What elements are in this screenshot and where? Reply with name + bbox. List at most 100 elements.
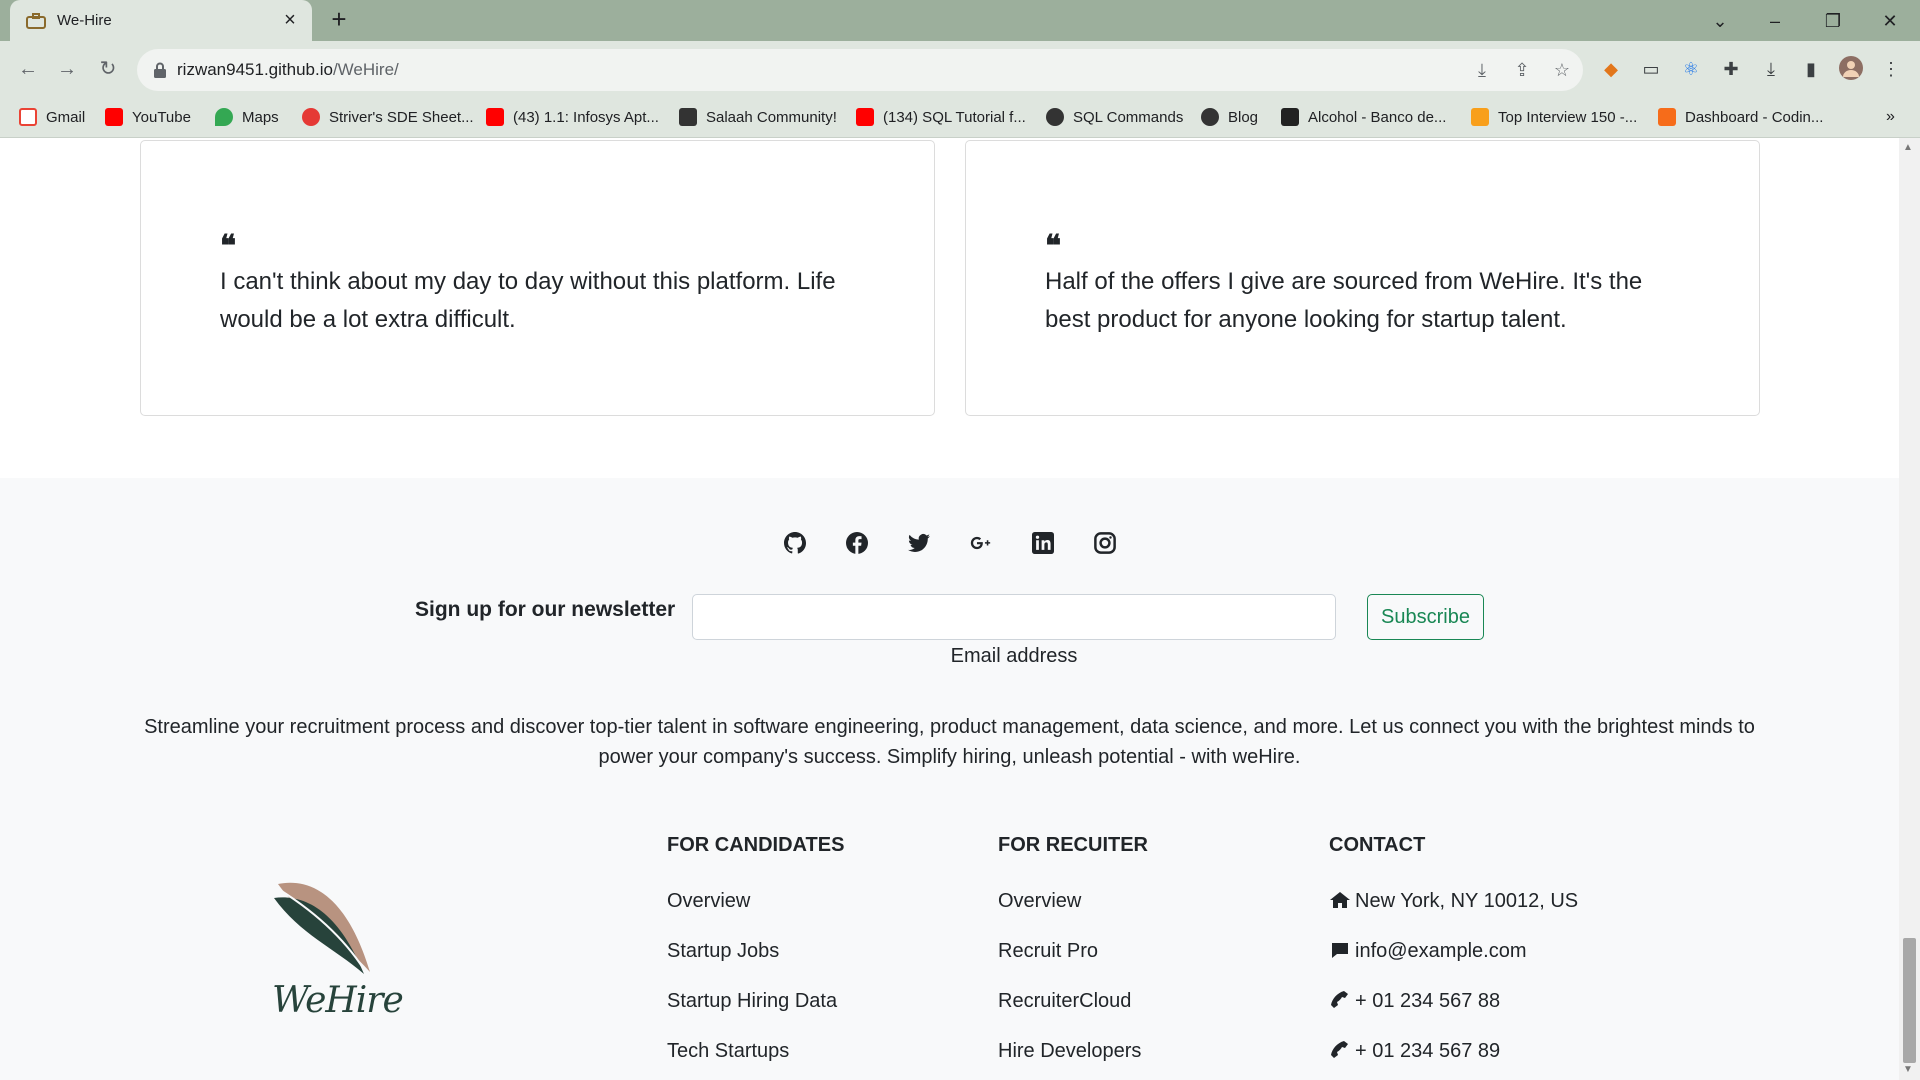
maps-icon <box>215 108 233 126</box>
bookmark-salaah[interactable]: Salaah Community! <box>679 108 837 126</box>
footer-description: Streamline your recruitment process and … <box>144 716 1755 768</box>
profile-avatar[interactable] <box>1838 56 1864 82</box>
s-icon <box>1281 108 1299 126</box>
downloads-icon[interactable]: ⤓ <box>1758 56 1784 82</box>
share-icon[interactable]: ⇪ <box>1511 59 1533 81</box>
tab-close-icon[interactable]: × <box>280 9 300 32</box>
salaah-icon <box>679 108 697 126</box>
bookmark-blog[interactable]: Blog <box>1201 108 1258 126</box>
candidates-link-overview[interactable]: Overview <box>667 890 750 913</box>
candidates-link-tech-startups[interactable]: Tech Startups <box>667 1040 789 1063</box>
bookmark-striver[interactable]: Striver's SDE Sheet... <box>302 108 474 126</box>
candidates-link-hiring-data[interactable]: Startup Hiring Data <box>667 990 837 1013</box>
instagram-icon[interactable] <box>1092 530 1118 556</box>
bookmark-label: SQL Commands <box>1073 108 1184 126</box>
email-input[interactable] <box>692 594 1336 640</box>
newsletter-label: Sign up for our newsletter <box>415 598 676 621</box>
linkedin-icon[interactable] <box>1030 530 1056 556</box>
testimonial-card: ❝ Half of the offers I give are sourced … <box>965 140 1760 416</box>
bookmark-label: Top Interview 150 -... <box>1498 108 1638 126</box>
bookmark-infosys[interactable]: (43) 1.1: Infosys Apt... <box>486 108 659 126</box>
site-footer: Sign up for our newsletter Email address… <box>0 478 1899 1080</box>
candidates-link-startup-jobs[interactable]: Startup Jobs <box>667 940 779 963</box>
extensions-icon[interactable]: ✚ <box>1718 56 1744 82</box>
quote-icon: ❝ <box>220 229 237 264</box>
bookmark-gmail[interactable]: Gmail <box>19 108 85 126</box>
url-path: /WeHire/ <box>332 60 399 79</box>
bookmarks-bar: Gmail YouTube Maps Striver's SDE Sheet..… <box>0 98 1920 138</box>
page-scrollbar[interactable]: ▲ ▼ <box>1899 138 1920 1080</box>
bookmark-label: (134) SQL Tutorial f... <box>883 108 1026 126</box>
recruiter-heading: FOR RECUITER <box>998 834 1148 856</box>
bookmark-sql-tutorial[interactable]: (134) SQL Tutorial f... <box>856 108 1026 126</box>
bookmark-label: Striver's SDE Sheet... <box>329 108 474 126</box>
scrollbar-thumb[interactable] <box>1903 938 1916 1063</box>
bookmark-sql-commands[interactable]: SQL Commands <box>1046 108 1183 126</box>
subscribe-button[interactable]: Subscribe <box>1367 594 1484 640</box>
codingninjas-icon <box>1658 108 1676 126</box>
google-plus-icon[interactable] <box>968 530 994 556</box>
close-window-button[interactable]: ✕ <box>1870 6 1910 36</box>
back-button[interactable]: ← <box>12 53 44 85</box>
tab-title: We-Hire <box>57 12 112 29</box>
recruiter-link-hire-developers[interactable]: Hire Developers <box>998 1040 1141 1063</box>
tab-search-chevron-icon[interactable]: ⌄ <box>1700 6 1740 36</box>
feather-logo-icon <box>274 882 370 977</box>
url-text: rizwan9451.github.io/WeHire/ <box>177 60 399 80</box>
install-app-icon[interactable]: ⤓ <box>1471 59 1493 81</box>
bookmark-maps[interactable]: Maps <box>215 108 279 126</box>
testimonial-text: Half of the offers I give are sourced fr… <box>1045 268 1643 333</box>
react-devtools-icon[interactable]: ⚛ <box>1678 56 1704 82</box>
home-icon <box>1330 892 1350 908</box>
bookmark-dashboard[interactable]: Dashboard - Codin... <box>1658 108 1823 126</box>
globe-icon <box>1046 108 1064 126</box>
contact-phone-text: + 01 234 567 89 <box>1355 1040 1501 1062</box>
gmail-icon <box>19 108 37 126</box>
bookmark-top-interview[interactable]: Top Interview 150 -... <box>1471 108 1637 126</box>
github-icon[interactable] <box>782 530 808 556</box>
testimonial-text: I can't think about my day to day withou… <box>220 268 836 333</box>
recruiter-link-overview[interactable]: Overview <box>998 890 1081 913</box>
facebook-icon[interactable] <box>844 530 870 556</box>
phone-icon <box>1331 1041 1348 1058</box>
toolbar: ← → ↻ rizwan9451.github.io/WeHire/ ⤓ ⇪ ☆… <box>0 41 1920 98</box>
side-panel-icon[interactable]: ▮ <box>1798 56 1824 82</box>
youtube-icon <box>856 108 874 126</box>
reload-button[interactable]: ↻ <box>92 53 124 85</box>
new-tab-button[interactable]: + <box>325 6 353 34</box>
metamask-extension-icon[interactable]: ◆ <box>1598 56 1624 82</box>
twitter-icon[interactable] <box>906 530 932 556</box>
phone-icon <box>1331 991 1348 1008</box>
bookmark-label: YouTube <box>132 108 191 126</box>
bookmark-label: Salaah Community! <box>706 108 837 126</box>
tab-strip: We-Hire × + ⌄ – ❐ ✕ <box>0 0 1920 41</box>
minimize-button[interactable]: – <box>1755 6 1795 36</box>
contact-email-text: info@example.com <box>1355 940 1527 962</box>
tuf-icon <box>302 108 320 126</box>
address-bar[interactable]: rizwan9451.github.io/WeHire/ ⤓ ⇪ ☆ <box>137 49 1583 91</box>
contact-heading: CONTACT <box>1329 834 1426 856</box>
bookmark-alcohol[interactable]: Alcohol - Banco de... <box>1281 108 1446 126</box>
bookmark-label: Dashboard - Codin... <box>1685 108 1824 126</box>
bookmark-star-icon[interactable]: ☆ <box>1551 59 1573 81</box>
bookmark-label: Maps <box>242 108 279 126</box>
reader-mode-icon[interactable]: ▭ <box>1638 56 1664 82</box>
contact-phone-text: + 01 234 567 88 <box>1355 990 1501 1012</box>
recruiter-link-recruit-pro[interactable]: Recruit Pro <box>998 940 1098 963</box>
logo-text: WeHire <box>272 980 404 1021</box>
candidates-heading: FOR CANDIDATES <box>667 834 845 856</box>
forward-button[interactable]: → <box>51 53 83 85</box>
chrome-menu-icon[interactable]: ⋮ <box>1878 56 1904 82</box>
bookmark-youtube[interactable]: YouTube <box>105 108 191 126</box>
page-viewport: ❝ I can't think about my day to day with… <box>0 138 1899 1080</box>
scroll-down-arrow-icon[interactable]: ▼ <box>1903 1064 1913 1075</box>
bookmark-label: Gmail <box>46 108 86 126</box>
restore-button[interactable]: ❐ <box>1813 6 1853 36</box>
scroll-up-arrow-icon[interactable]: ▲ <box>1903 142 1913 153</box>
recruiter-link-recruitercloud[interactable]: RecruiterCloud <box>998 990 1131 1013</box>
tab-wehire[interactable]: We-Hire × <box>10 0 312 41</box>
bookmark-label: Blog <box>1228 108 1259 126</box>
contact-email: info@example.com <box>1329 940 1526 963</box>
more-bookmarks-chevron-icon[interactable]: » <box>1886 108 1895 126</box>
quote-icon: ❝ <box>1045 229 1062 264</box>
